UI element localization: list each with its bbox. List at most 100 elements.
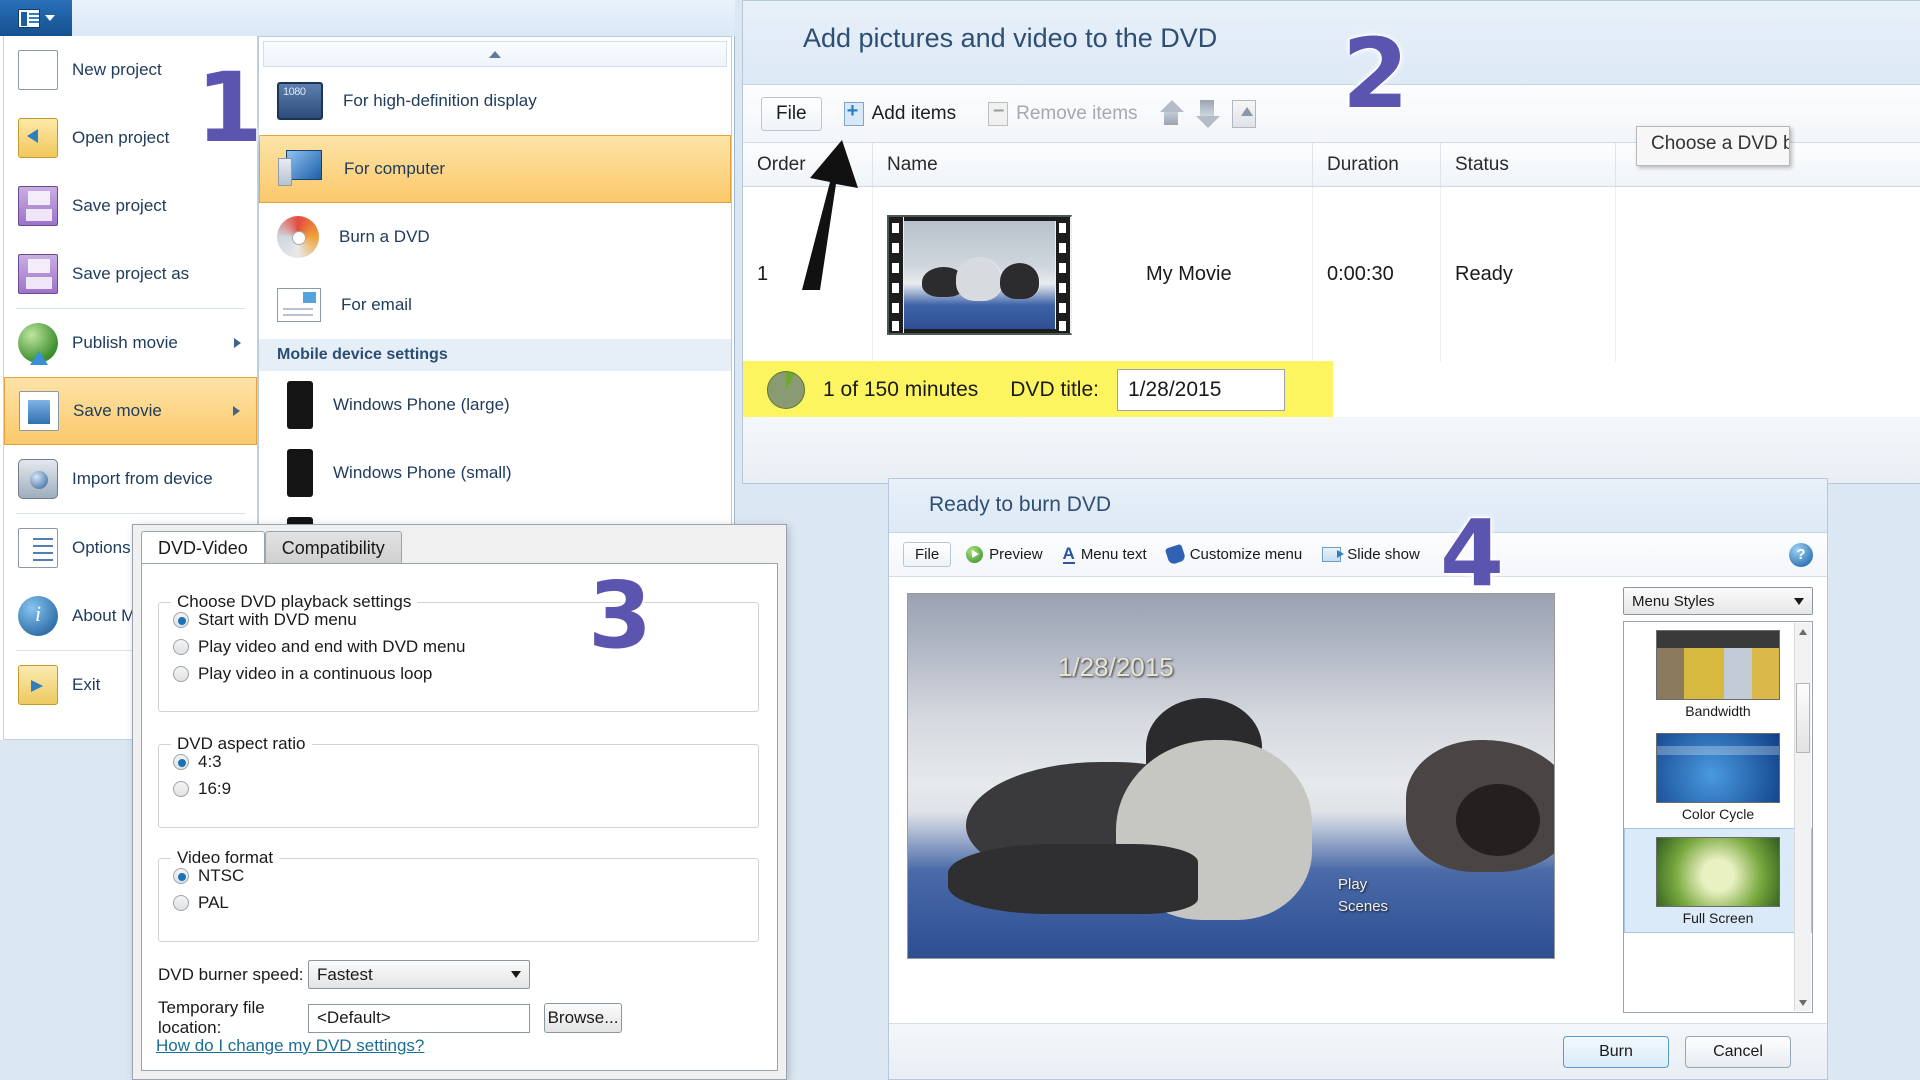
menu-item-label: Import from device bbox=[72, 469, 213, 488]
radio-start-with-dvd-menu[interactable]: Start with DVD menu bbox=[173, 610, 758, 630]
submenu-item-label: For high-definition display bbox=[343, 91, 537, 110]
dialog-body: Choose DVD playback settings Start with … bbox=[141, 563, 778, 1071]
remove-items-button[interactable]: Remove items bbox=[978, 97, 1147, 131]
menu-item-save-project-as[interactable]: Save project as bbox=[4, 240, 257, 308]
file-menu-icon bbox=[17, 8, 40, 28]
menu-style-bandwidth[interactable]: Bandwidth bbox=[1624, 622, 1812, 725]
movie-maker-title-bar bbox=[0, 0, 735, 36]
cell-spacer bbox=[1616, 187, 1920, 362]
menu-item-new-project[interactable]: New project bbox=[4, 36, 257, 104]
radio-dot-icon bbox=[173, 781, 189, 797]
submenu-scroll-up-button[interactable] bbox=[263, 41, 727, 67]
dvd-menu-link-play[interactable]: Play bbox=[1338, 876, 1367, 893]
file-button-label: File bbox=[915, 546, 940, 563]
burner-speed-select[interactable]: Fastest bbox=[308, 960, 530, 989]
cancel-button[interactable]: Cancel bbox=[1685, 1035, 1791, 1068]
submenu-item-label: Burn a DVD bbox=[339, 227, 430, 246]
menu-style-color-cycle[interactable]: Color Cycle bbox=[1624, 725, 1812, 828]
file-menu-button[interactable] bbox=[0, 0, 72, 36]
menu-styles-list: Bandwidth Color Cycle Full Screen bbox=[1623, 621, 1813, 1013]
submenu-item-windows-phone-small[interactable]: Windows Phone (small) bbox=[259, 439, 731, 507]
file-menu-button[interactable]: File bbox=[761, 96, 822, 131]
dvd-burner-speed-row: DVD burner speed: Fastest bbox=[158, 960, 530, 989]
playback-settings-group: Choose DVD playback settings Start with … bbox=[158, 592, 759, 712]
scroll-down-icon[interactable] bbox=[1795, 994, 1811, 1011]
style-thumbnail bbox=[1656, 733, 1780, 803]
menu-text-button[interactable]: A Menu text bbox=[1058, 542, 1152, 567]
new-document-icon bbox=[18, 50, 58, 90]
submenu-item-for-email[interactable]: For email bbox=[259, 271, 731, 339]
dvd-menu-preview[interactable]: 1/28/2015 Play Scenes bbox=[907, 593, 1555, 959]
window-header: Add pictures and video to the DVD bbox=[743, 1, 1920, 85]
file-button-label: File bbox=[776, 102, 807, 124]
menu-style-full-screen[interactable]: Full Screen bbox=[1624, 828, 1812, 933]
column-header-order[interactable]: Order bbox=[743, 143, 873, 186]
file-menu-button[interactable]: File bbox=[903, 542, 952, 567]
scrollbar-thumb[interactable] bbox=[1796, 683, 1810, 753]
preview-button[interactable]: Preview bbox=[961, 543, 1047, 566]
group-legend: DVD aspect ratio bbox=[171, 734, 312, 754]
column-header-status[interactable]: Status bbox=[1441, 143, 1616, 186]
table-row[interactable]: 1 My Movie 0:00:30 Ready bbox=[743, 187, 1920, 362]
submenu-item-hd-display[interactable]: For high-definition display bbox=[259, 67, 731, 135]
preview-label: Preview bbox=[989, 546, 1043, 563]
radio-play-video-end-with-menu[interactable]: Play video and end with DVD menu bbox=[173, 637, 758, 657]
add-pictures-and-video-window: Add pictures and video to the DVD File A… bbox=[742, 0, 1920, 484]
arrow-down-icon[interactable] bbox=[1195, 99, 1220, 128]
menu-styles-select[interactable]: Menu Styles bbox=[1623, 587, 1813, 615]
submenu-item-for-computer[interactable]: For computer bbox=[259, 135, 731, 203]
burn-button[interactable]: Burn bbox=[1563, 1035, 1669, 1068]
dvd-disc-icon bbox=[277, 216, 319, 258]
menu-item-open-project[interactable]: Open project bbox=[4, 104, 257, 172]
menu-item-label: Exit bbox=[72, 675, 101, 694]
temporary-file-location-row: Temporary file location: <Default> Brows… bbox=[158, 998, 622, 1038]
menu-styles-scrollbar[interactable] bbox=[1794, 623, 1811, 1011]
arrow-up-icon[interactable] bbox=[1159, 99, 1184, 128]
add-items-label: Add items bbox=[871, 102, 957, 124]
move-to-top-icon[interactable] bbox=[1231, 99, 1256, 128]
submenu-item-windows-phone-large[interactable]: Windows Phone (large) bbox=[259, 371, 731, 439]
column-header-duration[interactable]: Duration bbox=[1313, 143, 1441, 186]
page-title: Add pictures and video to the DVD bbox=[803, 23, 1218, 53]
menu-item-label: New project bbox=[72, 60, 162, 79]
temp-location-value: <Default> bbox=[317, 1008, 391, 1027]
radio-label: Play video in a continuous loop bbox=[198, 664, 433, 683]
column-header-name[interactable]: Name bbox=[873, 143, 1313, 186]
tab-dvd-video[interactable]: DVD-Video bbox=[141, 531, 265, 564]
dvd-burner-tooltip: Choose a DVD burner bbox=[1636, 126, 1790, 166]
radio-label: NTSC bbox=[198, 866, 245, 885]
customize-menu-button[interactable]: Customize menu bbox=[1162, 543, 1308, 566]
cell-duration: 0:00:30 bbox=[1313, 187, 1441, 362]
window-footer: Burn Cancel bbox=[889, 1023, 1827, 1079]
menu-item-save-movie[interactable]: Save movie bbox=[4, 377, 257, 445]
radio-play-video-loop[interactable]: Play video in a continuous loop bbox=[173, 664, 758, 684]
radio-dot-icon bbox=[173, 895, 189, 911]
menu-item-label: Open project bbox=[72, 128, 170, 147]
burner-speed-label: DVD burner speed: bbox=[158, 964, 304, 984]
menu-styles-panel: Menu Styles Bandwidth Color Cycle Full S… bbox=[1623, 587, 1813, 1013]
slide-show-button[interactable]: Slide show bbox=[1317, 543, 1425, 566]
globe-upload-icon bbox=[18, 323, 58, 365]
phone-icon bbox=[287, 449, 313, 497]
menu-item-publish-movie[interactable]: Publish movie bbox=[4, 309, 257, 377]
menu-item-import-from-device[interactable]: Import from device bbox=[4, 445, 257, 513]
add-items-button[interactable]: Add items bbox=[834, 97, 966, 131]
remove-icon bbox=[988, 99, 1009, 126]
menu-item-save-project[interactable]: Save project bbox=[4, 172, 257, 240]
dvd-menu-link-scenes[interactable]: Scenes bbox=[1338, 898, 1388, 915]
help-icon[interactable]: ? bbox=[1789, 542, 1813, 567]
page-title: Ready to burn DVD bbox=[929, 493, 1112, 516]
scroll-up-icon[interactable] bbox=[1795, 623, 1811, 640]
radio-format-ntsc[interactable]: NTSC bbox=[173, 866, 758, 886]
radio-aspect-16-9[interactable]: 16:9 bbox=[173, 779, 758, 799]
submenu-item-burn-a-dvd[interactable]: Burn a DVD bbox=[259, 203, 731, 271]
dvd-settings-help-link[interactable]: How do I change my DVD settings? bbox=[156, 1036, 424, 1056]
browse-button[interactable]: Browse... bbox=[544, 1003, 622, 1033]
radio-aspect-4-3[interactable]: 4:3 bbox=[173, 752, 758, 772]
dvd-title-input[interactable]: 1/28/2015 bbox=[1116, 369, 1285, 411]
submenu-item-label: For email bbox=[341, 295, 412, 314]
temp-location-input[interactable]: <Default> bbox=[308, 1003, 530, 1033]
radio-format-pal[interactable]: PAL bbox=[173, 893, 758, 913]
open-folder-icon bbox=[18, 118, 58, 158]
tab-compatibility[interactable]: Compatibility bbox=[264, 531, 402, 564]
